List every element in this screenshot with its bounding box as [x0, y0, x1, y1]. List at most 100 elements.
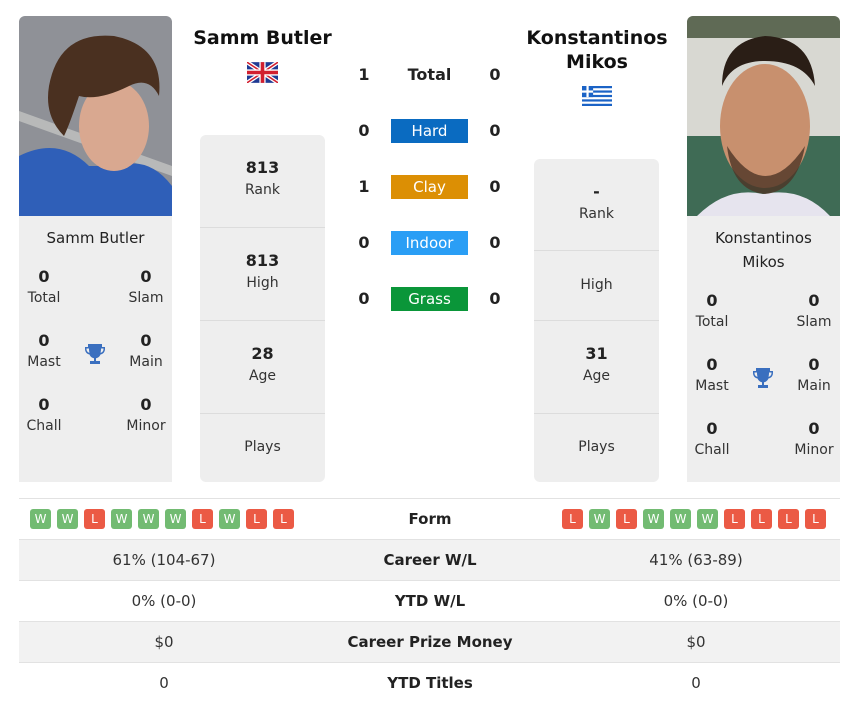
form-win-badge[interactable]: W [30, 509, 51, 529]
form-loss-badge[interactable]: L [562, 509, 583, 529]
player1-career-wl: 61% (104-67) [112, 551, 216, 569]
label-chall: Chall [694, 442, 730, 458]
player2-photo [687, 16, 840, 216]
player1-total-titles: 0 [38, 267, 50, 286]
form-win-badge[interactable]: W [643, 509, 664, 529]
form-label: Form [408, 510, 452, 528]
label-plays: Plays [244, 439, 281, 455]
player2-stats-panel: - Rank High 31 Age Plays [534, 159, 659, 482]
player1-form: WWLWWWLWLL [30, 509, 294, 529]
player1-high-row: 813 High [200, 228, 325, 321]
player1-ytd-titles: 0 [159, 674, 169, 692]
form-loss-badge[interactable]: L [724, 509, 745, 529]
player2-h2h-indoor: 0 [489, 233, 501, 252]
player2-minor-titles: 0 [808, 419, 820, 438]
player1-rank: 813 [245, 158, 280, 177]
player2-slam-titles: 0 [808, 291, 820, 310]
player2-high-row: High [534, 251, 659, 321]
player2-chall-titles: 0 [706, 419, 718, 438]
label-high: High [580, 277, 613, 293]
form-loss-badge[interactable]: L [616, 509, 637, 529]
player2-ytd-wl: 0% (0-0) [663, 592, 729, 610]
trophy-icon [83, 342, 107, 370]
form-win-badge[interactable]: W [697, 509, 718, 529]
player1-stats-panel: 813 Rank 813 High 28 Age Plays [200, 135, 325, 482]
form-win-badge[interactable]: W [57, 509, 78, 529]
player1-career-prize: $0 [154, 633, 174, 651]
player2-ytd-titles: 0 [691, 674, 701, 692]
player1-card-name: Samm Butler [46, 229, 145, 247]
form-win-badge[interactable]: W [138, 509, 159, 529]
player1-name-heading[interactable]: Samm Butler [180, 26, 345, 50]
form-win-badge[interactable]: W [670, 509, 691, 529]
surface-hard-badge[interactable]: Hard [391, 119, 468, 143]
label-total: Total [695, 314, 729, 330]
player2-mast-titles: 0 [706, 355, 718, 374]
player2-age-row: 31 Age [534, 321, 659, 414]
player2-main-titles: 0 [808, 355, 820, 374]
label-mast: Mast [27, 354, 61, 370]
surface-grass-badge[interactable]: Grass [391, 287, 468, 311]
form-win-badge[interactable]: W [165, 509, 186, 529]
form-loss-badge[interactable]: L [273, 509, 294, 529]
form-loss-badge[interactable]: L [84, 509, 105, 529]
form-row: WWLWWWLWLL Form LWLWWWLLLL [19, 498, 840, 539]
player2-age: 31 [585, 344, 608, 363]
player1-rank-row: 813 Rank [200, 135, 325, 228]
form-win-badge[interactable]: W [219, 509, 240, 529]
label-total: Total [27, 290, 61, 306]
uk-flag-icon [245, 60, 280, 87]
player2-name-heading[interactable]: Konstantinos Mikos [515, 26, 679, 74]
label-slam: Slam [796, 314, 832, 330]
player1-h2h-clay: 1 [358, 177, 370, 196]
surface-clay-badge[interactable]: Clay [391, 175, 468, 199]
player2-career-prize: $0 [686, 633, 706, 651]
label-minor: Minor [794, 442, 834, 458]
label-rank: Rank [245, 182, 280, 198]
surface-indoor-badge[interactable]: Indoor [391, 231, 468, 255]
player1-plays-row: Plays [200, 414, 325, 482]
ytd-titles-row: 0 YTD Titles 0 [19, 662, 840, 703]
player1-h2h-indoor: 0 [358, 233, 370, 252]
form-loss-badge[interactable]: L [192, 509, 213, 529]
player2-rank: - [593, 182, 600, 201]
player2-rank-row: - Rank [534, 159, 659, 251]
player1-h2h-total: 1 [358, 65, 370, 84]
label-age: Age [582, 368, 611, 384]
player2-h2h-clay: 0 [489, 177, 501, 196]
label-plays: Plays [578, 439, 615, 455]
player1-high: 813 [245, 251, 280, 270]
ytd-wl-row: 0% (0-0) YTD W/L 0% (0-0) [19, 580, 840, 621]
form-loss-badge[interactable]: L [246, 509, 267, 529]
label-chall: Chall [26, 418, 62, 434]
player2-card: Konstantinos Mikos 0 Total 0 Slam 0 Mast 0 M… [687, 216, 840, 482]
form-loss-badge[interactable]: L [751, 509, 772, 529]
player1-age: 28 [251, 344, 274, 363]
form-win-badge[interactable]: W [589, 509, 610, 529]
career-wl-label: Career W/L [383, 551, 477, 569]
player2-h2h-total: 0 [489, 65, 501, 84]
player1-chall-titles: 0 [38, 395, 50, 414]
ytd-wl-label: YTD W/L [394, 592, 466, 610]
label-minor: Minor [126, 418, 166, 434]
form-win-badge[interactable]: W [111, 509, 132, 529]
h2h-total-label: Total [407, 65, 452, 84]
player2-total-titles: 0 [706, 291, 718, 310]
player2-h2h-grass: 0 [489, 289, 501, 308]
trophy-icon [751, 366, 775, 394]
player1-photo [19, 16, 172, 216]
player1-ytd-wl: 0% (0-0) [131, 592, 197, 610]
label-mast: Mast [695, 378, 729, 394]
form-loss-badge[interactable]: L [805, 509, 826, 529]
label-rank: Rank [579, 206, 614, 222]
label-high: High [246, 275, 279, 291]
player2-h2h-hard: 0 [489, 121, 501, 140]
player2-card-name: Konstantinos Mikos [715, 229, 812, 271]
player1-age-row: 28 Age [200, 321, 325, 414]
player1-minor-titles: 0 [140, 395, 152, 414]
form-loss-badge[interactable]: L [778, 509, 799, 529]
player1-card: Samm Butler 0 Total 0 Slam 0 Mast 0 Main 0 Ch… [19, 216, 172, 482]
player1-h2h-hard: 0 [358, 121, 370, 140]
label-age: Age [248, 368, 277, 384]
career-prize-label: Career Prize Money [347, 633, 513, 651]
